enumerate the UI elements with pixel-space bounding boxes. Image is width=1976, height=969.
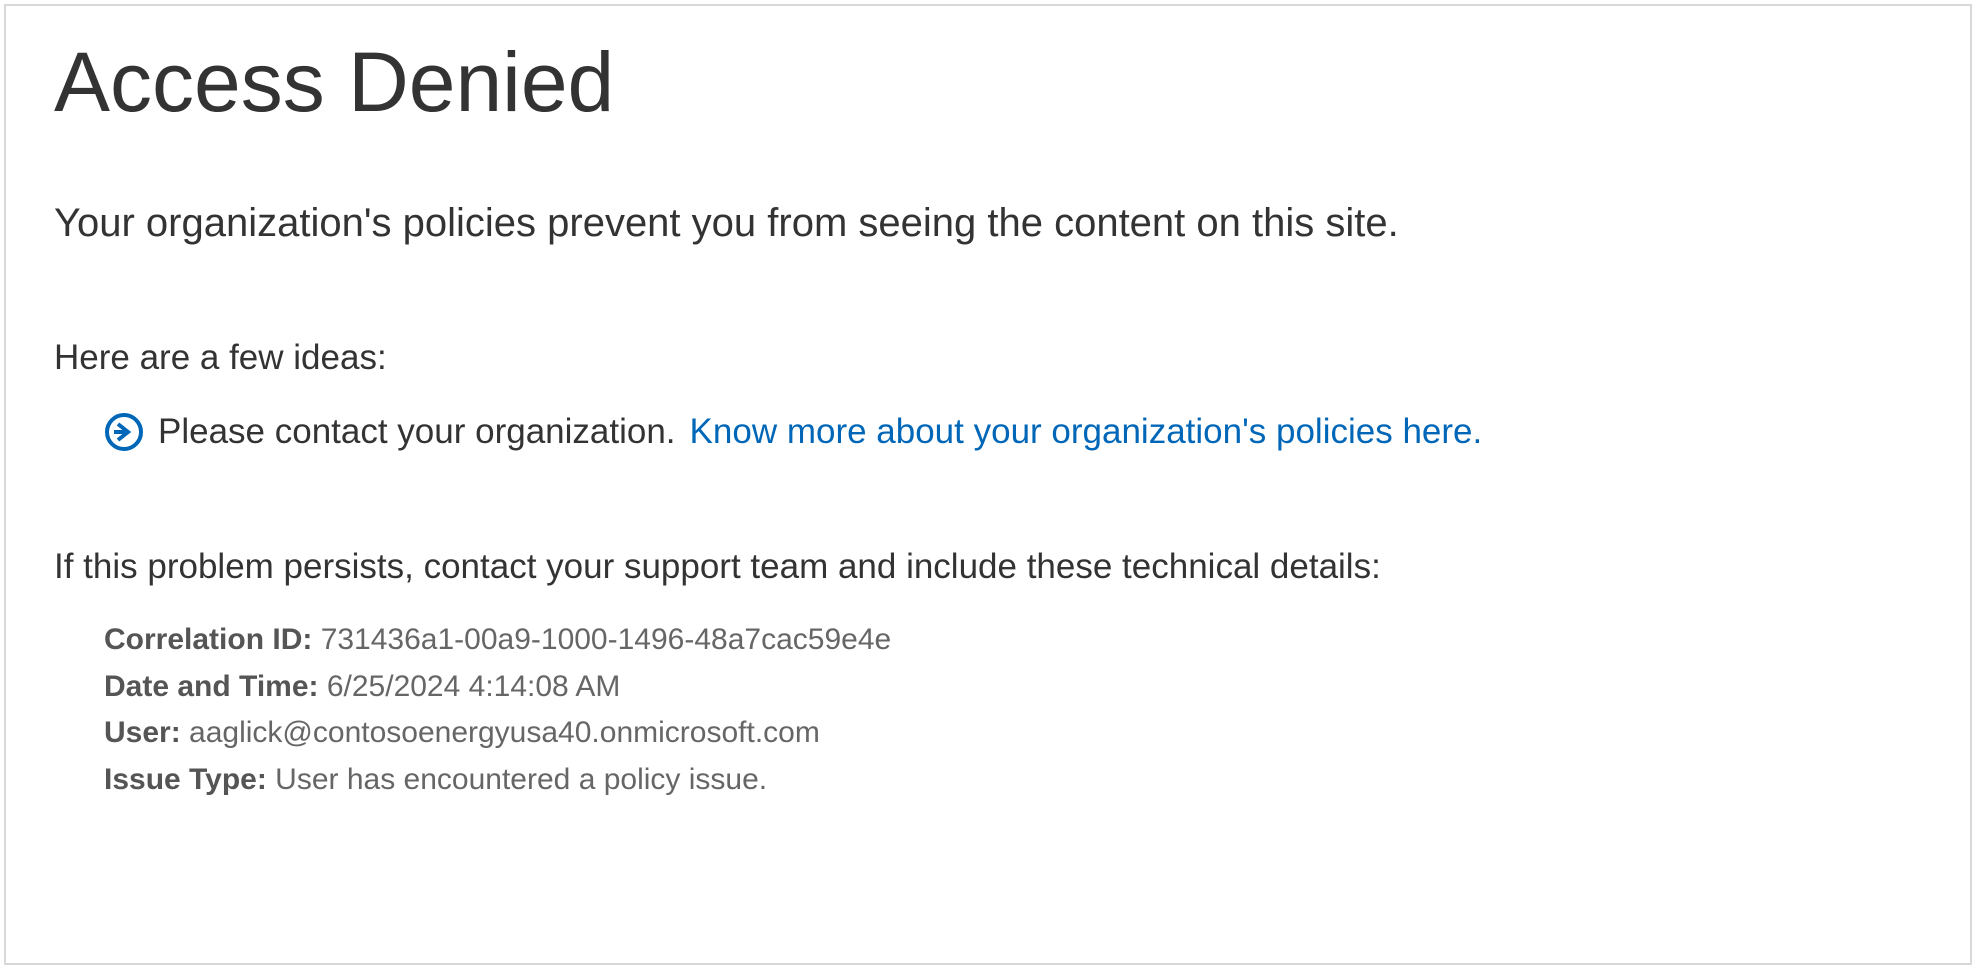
error-frame: Access Denied Your organization's polici… (4, 4, 1972, 965)
policy-message: Your organization's policies prevent you… (54, 198, 1922, 248)
persist-heading: If this problem persists, contact your s… (54, 547, 1922, 587)
correlation-id-label: Correlation ID: (104, 623, 321, 656)
technical-details: Correlation ID: 731436a1-00a9-1000-1496-… (54, 617, 1922, 803)
idea-row: Please contact your organization. Know m… (54, 412, 1922, 452)
detail-date-time: Date and Time: 6/25/2024 4:14:08 AM (104, 664, 1922, 711)
issue-type-value: User has encountered a policy issue. (275, 763, 767, 796)
idea-contact-text: Please contact your organization. (158, 412, 676, 452)
user-label: User: (104, 716, 189, 749)
issue-type-label: Issue Type: (104, 763, 275, 796)
date-time-value: 6/25/2024 4:14:08 AM (327, 670, 621, 703)
date-time-label: Date and Time: (104, 670, 327, 703)
detail-user: User: aaglick@contosoenergyusa40.onmicro… (104, 710, 1922, 757)
ideas-heading: Here are a few ideas: (54, 338, 1922, 378)
page-title: Access Denied (54, 36, 1922, 128)
arrow-right-circle-icon (104, 412, 144, 452)
detail-correlation-id: Correlation ID: 731436a1-00a9-1000-1496-… (104, 617, 1922, 664)
detail-issue-type: Issue Type: User has encountered a polic… (104, 757, 1922, 804)
correlation-id-value: 731436a1-00a9-1000-1496-48a7cac59e4e (321, 623, 892, 656)
learn-more-link[interactable]: Know more about your organization's poli… (690, 412, 1483, 452)
user-value: aaglick@contosoenergyusa40.onmicrosoft.c… (189, 716, 820, 749)
